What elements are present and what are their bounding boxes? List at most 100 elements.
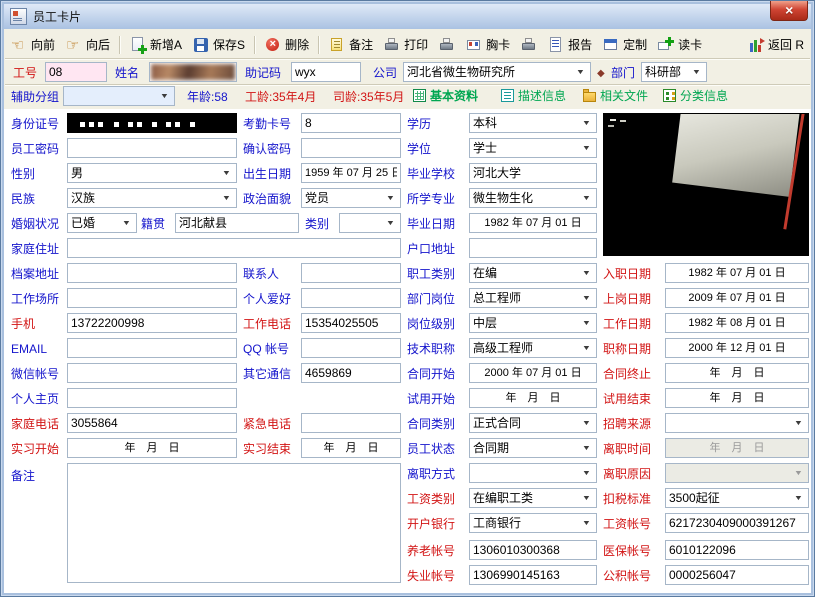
titlebar[interactable]: 员工卡片 [4,4,811,29]
marital-combo[interactable]: 已婚 [67,213,137,233]
hukou-address-field[interactable] [469,238,597,258]
next-record-button[interactable]: 向后 [61,34,115,56]
dropdown-arrow-icon[interactable] [580,415,593,431]
home-phone-field[interactable]: 3055864 [67,413,237,433]
birth-date-field[interactable]: 1959 年 07 月 25 日 [301,163,401,183]
dropdown-arrow-icon[interactable] [792,490,805,506]
political-combo[interactable]: 党员 [301,188,401,208]
return-button[interactable]: 返回 R [743,34,809,56]
home-address-field[interactable] [67,238,401,258]
emergency-phone-field[interactable] [301,413,401,433]
salary-category-combo[interactable]: 在编职工类 [469,488,597,508]
title-date-field[interactable]: 2000 年 12 月 01 日 [665,338,809,358]
dept-combo[interactable]: 科研部 [641,62,707,82]
salary-account-field[interactable]: 6217230409000391267 [665,513,809,533]
recruit-source-combo[interactable] [665,413,809,433]
tab-category-info[interactable]: 分类信息 [663,87,728,104]
dropdown-arrow-icon[interactable] [580,465,593,481]
school-field[interactable]: 河北大学 [469,163,597,183]
dropdown-arrow-icon[interactable] [220,165,233,181]
tax-standard-combo[interactable]: 3500起征 [665,488,809,508]
other-comm-field[interactable]: 4659869 [301,363,401,383]
wechat-field[interactable] [67,363,237,383]
tech-title-combo[interactable]: 高级工程师 [469,338,597,358]
password-field[interactable] [67,138,237,158]
new-button[interactable]: 新增A [125,34,187,56]
report-button[interactable]: 报告 [543,34,597,56]
delete-button[interactable]: 删除 [260,34,314,56]
onboard-date-field[interactable]: 2009 年 07 月 01 日 [665,288,809,308]
dropdown-arrow-icon[interactable] [580,490,593,506]
prev-record-button[interactable]: 向前 [6,34,60,56]
dropdown-arrow-icon[interactable] [220,190,233,206]
dropdown-arrow-icon[interactable] [580,515,593,531]
unemployment-no-field[interactable]: 1306990145163 [469,565,597,585]
ethnicity-combo[interactable]: 汉族 [67,188,237,208]
contact-field[interactable] [301,263,401,283]
emp-status-combo[interactable]: 合同期 [469,438,597,458]
leave-method-combo[interactable] [469,463,597,483]
fund-no-field[interactable]: 0000256047 [665,565,809,585]
employee-photo[interactable] [603,113,809,256]
tab-basic-info[interactable]: 基本资料 [413,87,478,104]
dropdown-arrow-icon[interactable] [580,290,593,306]
name-field[interactable] [149,62,237,82]
dropdown-arrow-icon[interactable] [792,415,805,431]
tab-description-info[interactable]: 描述信息 [501,87,566,104]
id-number-field[interactable] [67,113,237,133]
dropdown-arrow-icon[interactable] [580,340,593,356]
workplace-field[interactable] [67,288,237,308]
dropdown-arrow-icon[interactable] [574,64,587,80]
dropdown-arrow-icon[interactable] [120,215,133,231]
confirm-password-field[interactable] [301,138,401,158]
degree-combo[interactable]: 学士 [469,138,597,158]
native-place-field[interactable]: 河北献县 [175,213,299,233]
emp-category-combo[interactable]: 在编 [469,263,597,283]
mnemonic-field[interactable]: wyx [291,62,361,82]
company-combo[interactable]: 河北省微生物研究所 [403,62,591,82]
dropdown-arrow-icon[interactable] [384,215,397,231]
customize-button[interactable]: 定制 [598,34,652,56]
leave-time-field[interactable]: 年 月 日 [665,438,809,458]
contract-end-field[interactable]: 年 月 日 [665,363,809,383]
close-button[interactable] [770,1,808,21]
gender-combo[interactable]: 男 [67,163,237,183]
dropdown-arrow-icon[interactable] [158,88,171,104]
position-level-combo[interactable]: 中层 [469,313,597,333]
homepage-field[interactable] [67,388,237,408]
dropdown-arrow-icon[interactable] [580,315,593,331]
print-preview-button[interactable] [434,34,460,56]
leave-reason-combo[interactable] [665,463,809,483]
note-button[interactable]: 备注 [324,34,378,56]
hobby-field[interactable] [301,288,401,308]
mobile-field[interactable]: 13722200998 [67,313,237,333]
hire-date-field[interactable]: 1982 年 07 月 01 日 [665,263,809,283]
dept-position-combo[interactable]: 总工程师 [469,288,597,308]
contract-start-field[interactable]: 2000 年 07 月 01 日 [469,363,597,383]
grad-date-field[interactable]: 1982 年 07 月 01 日 [469,213,597,233]
education-combo[interactable]: 本科 [469,113,597,133]
qq-field[interactable] [301,338,401,358]
dropdown-arrow-icon[interactable] [384,190,397,206]
bank-combo[interactable]: 工商银行 [469,513,597,533]
print-button[interactable]: 打印 [379,34,433,56]
aux-group-combo[interactable] [63,86,175,106]
dropdown-arrow-icon[interactable] [580,265,593,281]
intern-end-field[interactable]: 年 月 日 [301,438,401,458]
trial-end-field[interactable]: 年 月 日 [665,388,809,408]
attendance-no-field[interactable]: 8 [301,113,401,133]
medical-no-field[interactable]: 6010122096 [665,540,809,560]
badge-button[interactable]: 胸卡 [461,34,515,56]
badge-preview-button[interactable] [516,34,542,56]
note-field[interactable] [67,463,401,583]
work-phone-field[interactable]: 15354025505 [301,313,401,333]
contract-type-combo[interactable]: 正式合同 [469,413,597,433]
dropdown-arrow-icon[interactable] [792,465,805,481]
intern-start-field[interactable]: 年 月 日 [67,438,237,458]
category-combo[interactable] [339,213,401,233]
emp-no-field[interactable]: 08 [45,62,107,82]
read-card-button[interactable]: 读卡 [653,34,707,56]
tab-related-files[interactable]: 相关文件 [583,87,648,104]
trial-start-field[interactable]: 年 月 日 [469,388,597,408]
save-button[interactable]: 保存S [188,34,250,56]
